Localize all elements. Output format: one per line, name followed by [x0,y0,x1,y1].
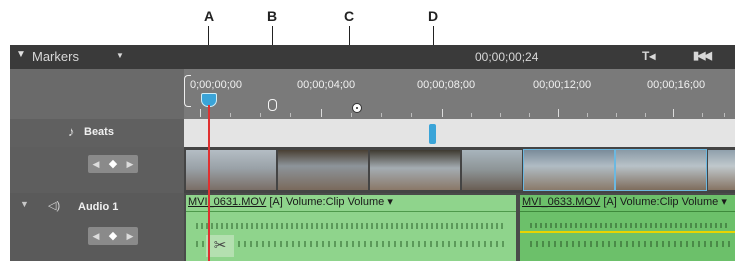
timeline-panel: ▼ Markers ▼ 00;00;00;24 T◂ ▮◀◀ 0;00;00;0… [10,45,735,261]
ruler-label-12: 00;00;12;00 [533,79,592,91]
audio-clip-title: MVI_0631.MOV [A] Volume:Clip Volume ▾ [188,195,393,208]
ruler-tick [558,109,559,117]
video-thumbnail [370,150,460,190]
clip-marker-icon[interactable] [268,99,277,111]
ruler-tick [200,109,201,117]
panel-header: ▼ Markers ▼ 00;00;00;24 T◂ ▮◀◀ [10,45,735,69]
ruler-label-4: 00;00;04;00 [297,79,356,91]
audio-clip-selected[interactable]: MVI_0633.MOV [A] Volume:Clip Volume ▾ [520,195,735,261]
video-thumbnail [278,150,368,190]
video-thumbnail [186,150,276,190]
time-ruler[interactable]: 0;00;00;00 00;00;04;00 00;00;08;00 00;00… [184,69,735,119]
ruler-left-area [10,69,184,119]
clip-name[interactable]: MVI_0633.MOV [522,196,600,208]
ruler-tick [321,109,322,117]
timeline-marker-icon[interactable] [352,103,362,113]
playhead-line[interactable] [208,105,210,261]
music-note-icon: ♪ [68,124,75,139]
audio-clip-title: MVI_0633.MOV [A] Volume:Clip Volume ▾ [522,195,727,208]
set-marker-icon[interactable]: T◂ [642,49,655,63]
ruler-label-8: 00;00;08;00 [417,79,476,91]
audio-track-label: Audio 1 [78,201,119,213]
waveform [196,241,506,247]
audio-clip[interactable]: MVI_0631.MOV [A] Volume:Clip Volume ▾ ✂ [186,195,516,261]
add-keyframe-icon[interactable]: ◆ [105,227,121,245]
next-keyframe-icon[interactable]: ▶ [122,155,138,173]
next-keyframe-icon[interactable]: ▶ [122,227,138,245]
prev-keyframe-icon[interactable]: ◀ [88,155,104,173]
speaker-icon[interactable]: ◁) [48,199,60,212]
ruler-label-16: 00;00;16;00 [647,79,706,91]
beats-track-header: ♪ Beats [10,119,184,147]
audio-track[interactable]: MVI_0631.MOV [A] Volume:Clip Volume ▾ ✂ … [184,193,735,261]
panel-collapse-icon[interactable]: ▼ [16,49,26,60]
callout-d: D [428,8,439,24]
video-track-header: ◀ ◆ ▶ [10,147,184,193]
add-keyframe-icon[interactable]: ◆ [105,155,121,173]
video-thumbnail [523,149,615,191]
video-thumbnail [708,150,735,190]
waveform [530,241,730,247]
markers-dropdown-label[interactable]: Markers [32,49,79,64]
clip-volume-menu[interactable]: [A] Volume:Clip Volume ▾ [266,196,393,208]
beat-marker-icon[interactable] [429,124,436,144]
beats-track[interactable] [184,119,735,147]
waveform [196,223,506,229]
keyframe-nav-video: ◀ ◆ ▶ [88,155,138,173]
ruler-tick [673,109,674,117]
keyframe-nav-audio: ◀ ◆ ▶ [88,227,138,245]
volume-line[interactable] [520,231,735,233]
callout-c: C [344,8,355,24]
callout-a: A [204,8,215,24]
beats-track-label: Beats [84,126,114,138]
waveform [530,223,730,228]
clip-volume-menu[interactable]: [A] Volume:Clip Volume ▾ [600,196,727,208]
markers-dropdown-arrow-icon[interactable]: ▼ [116,51,124,60]
ruler-tick [442,109,443,117]
video-thumbnail [615,149,707,191]
video-thumbnail [462,150,522,190]
clip-name[interactable]: MVI_0631.MOV [188,196,266,208]
current-timecode[interactable]: 00;00;00;24 [475,50,538,64]
audio-track-header: ▼ ◁) Audio 1 ◀ ◆ ▶ [10,193,184,261]
callout-b: B [267,8,278,24]
expand-track-icon[interactable]: ▼ [20,199,29,209]
scissors-icon[interactable]: ✂ [206,235,234,257]
ruler-label-0: 0;00;00;00 [190,79,242,91]
prev-keyframe-icon[interactable]: ◀ [88,227,104,245]
go-to-start-icon[interactable]: ▮◀◀ [693,49,712,62]
video-track[interactable] [184,147,735,193]
